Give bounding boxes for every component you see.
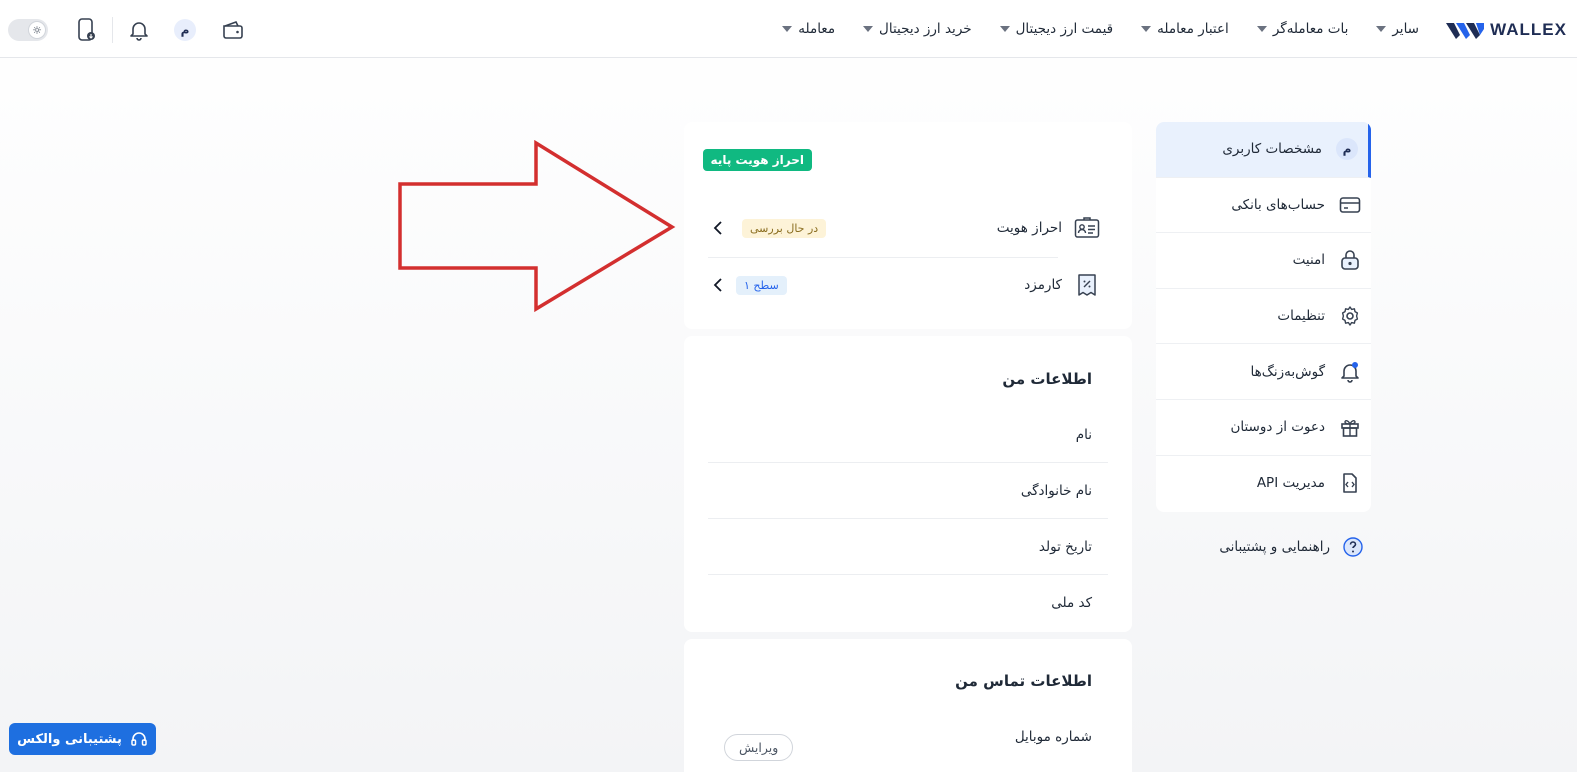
theme-toggle[interactable]: ☼ [8, 19, 48, 41]
sidebar-item-label: مدیریت API [1256, 475, 1325, 492]
gear-icon [1337, 303, 1363, 329]
lock-icon [1337, 247, 1363, 273]
identity-card: احراز هویت پایه احراز هویت در حال بررسی … [684, 122, 1132, 329]
annotation-arrow [398, 140, 676, 313]
nav-buy-crypto[interactable]: خرید ارز دیجیتال [863, 21, 972, 37]
nav-label: بات معامله‌گر [1272, 21, 1349, 37]
sidebar-item-security[interactable]: امنیت [1156, 233, 1371, 289]
nav-label: معامله [798, 21, 836, 37]
sidebar-item-bank-accounts[interactable]: حساب‌های بانکی [1156, 178, 1371, 234]
edit-mobile-button[interactable]: ویرایش [724, 734, 794, 761]
toolbar-divider [112, 17, 113, 43]
field-label: نام [1075, 427, 1092, 443]
caret-down-icon [782, 26, 793, 32]
question-icon [1340, 534, 1366, 560]
sidebar-item-settings[interactable]: تنظیمات [1156, 289, 1371, 345]
fee-row-label: کارمزد [1024, 277, 1062, 293]
nav-other[interactable]: سایر [1376, 21, 1419, 37]
toolbar-left: ☼ م [8, 14, 249, 46]
nav-label: اعتبار معامله [1157, 21, 1229, 37]
field-label: تاریخ تولد [1038, 539, 1092, 555]
user-badge-icon: م [1334, 136, 1360, 162]
sidebar-item-label: گوش‌به‌زنگ‌ها [1250, 363, 1325, 380]
avatar-letter: م [174, 19, 196, 41]
credit-card-icon [1337, 192, 1363, 218]
wallex-logo[interactable]: WALLEX [1446, 16, 1567, 44]
gift-icon [1337, 414, 1363, 440]
nav-crypto-price[interactable]: قیمت ارز دیجیتال [999, 21, 1114, 37]
sidebar-item-label: امنیت [1292, 252, 1325, 269]
wallet-icon[interactable] [217, 14, 249, 46]
field-birth-date: تاریخ تولد [708, 520, 1108, 575]
fee-level-row[interactable]: کارمزد سطح ۱ [708, 257, 1102, 313]
caret-down-icon [1376, 26, 1387, 32]
field-first-name: نام [708, 408, 1108, 463]
support-chat-button[interactable]: پشتیبانی والکس [9, 723, 156, 755]
my-info-card: اطلاعات من نام نام خانوادگی تاریخ تولد ک… [684, 336, 1132, 632]
chevron-left-icon[interactable] [708, 218, 728, 238]
identity-row-label: احراز هویت [996, 220, 1062, 236]
nav-label: قیمت ارز دیجیتال [1015, 21, 1114, 37]
sun-icon: ☼ [28, 21, 46, 39]
field-label: کد ملی [1051, 594, 1092, 611]
contact-info-card: اطلاعات تماس من شماره موبایل ویرایش [684, 639, 1132, 772]
user-avatar[interactable]: م [169, 14, 201, 46]
support-button-label: پشتیبانی والکس [17, 731, 122, 747]
sidebar-item-label: مشخصات کاربری [1222, 141, 1322, 158]
my-info-title: اطلاعات من [1002, 370, 1092, 388]
main-nav: معامله خرید ارز دیجیتال قیمت ارز دیجیتال… [782, 0, 1419, 58]
identity-verification-row[interactable]: احراز هویت در حال بررسی [708, 200, 1102, 256]
field-national-id: کد ملی [708, 575, 1108, 630]
contact-info-title: اطلاعات تماس من [955, 672, 1092, 690]
caret-down-icon [1256, 26, 1267, 32]
top-bar: WALLEX معامله خرید ارز دیجیتال قیمت ارز … [0, 0, 1577, 58]
field-label: شماره موبایل [1014, 728, 1092, 745]
fee-receipt-icon [1072, 270, 1102, 300]
caret-down-icon [999, 26, 1010, 32]
nav-label: سایر [1392, 21, 1419, 37]
field-label: نام خانوادگی [1020, 483, 1092, 499]
help-support-link[interactable]: راهنمایی و پشتیبانی [1180, 532, 1370, 562]
mobile-app-icon[interactable] [70, 14, 102, 46]
sidebar-item-user-profile[interactable]: م مشخصات کاربری [1156, 122, 1371, 178]
notifications-bell-icon[interactable] [123, 14, 155, 46]
caret-down-icon [863, 26, 874, 32]
nav-trading-bot[interactable]: بات معامله‌گر [1256, 21, 1349, 37]
sidebar-item-label: تنظیمات [1277, 308, 1325, 325]
sidebar-item-label: دعوت از دوستان [1230, 419, 1325, 436]
profile-sidebar: م مشخصات کاربری حساب‌های بانکی امنیت تنظ… [1156, 122, 1371, 512]
code-file-icon [1337, 470, 1363, 496]
id-card-icon [1072, 213, 1102, 243]
help-label: راهنمایی و پشتیبانی [1219, 539, 1330, 555]
sidebar-item-invite-friends[interactable]: دعوت از دوستان [1156, 400, 1371, 456]
bell-alert-icon [1337, 359, 1363, 385]
fee-level-badge: سطح ۱ [736, 275, 787, 295]
sidebar-item-api-management[interactable]: مدیریت API [1156, 456, 1371, 512]
chevron-left-icon[interactable] [708, 275, 728, 295]
nav-trade-credit[interactable]: اعتبار معامله [1141, 21, 1229, 37]
sidebar-item-alerts[interactable]: گوش‌به‌زنگ‌ها [1156, 344, 1371, 400]
field-last-name: نام خانوادگی [708, 464, 1108, 519]
nav-trade[interactable]: معامله [782, 21, 835, 37]
identity-status-badge: در حال بررسی [742, 218, 827, 238]
sidebar-item-label: حساب‌های بانکی [1231, 196, 1325, 213]
headset-icon [131, 732, 147, 746]
brand-name: WALLEX [1490, 20, 1567, 39]
nav-label: خرید ارز دیجیتال [879, 21, 972, 37]
caret-down-icon [1141, 26, 1152, 32]
wallex-logo-icon [1446, 23, 1485, 39]
identity-level-badge: احراز هویت پایه [702, 149, 812, 171]
